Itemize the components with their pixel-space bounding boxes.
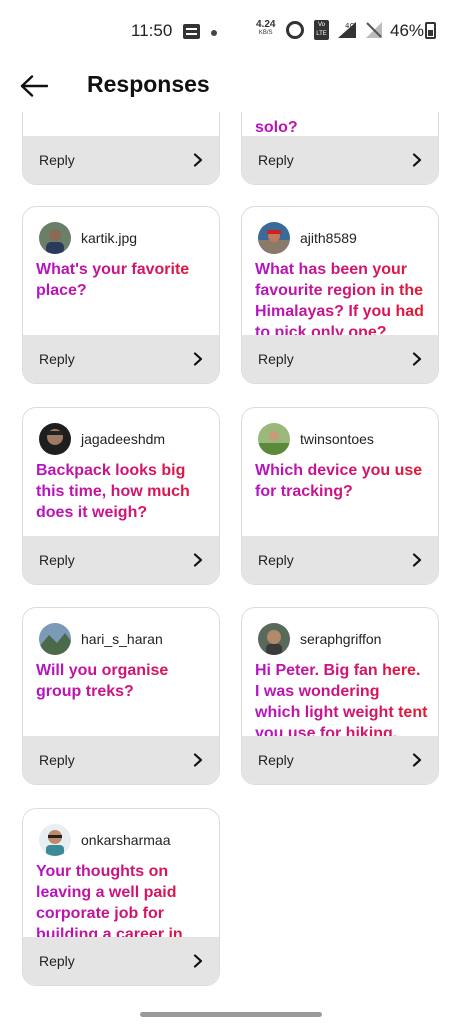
reply-button[interactable]: Reply	[23, 536, 219, 584]
card-user: hari_s_haran	[39, 623, 163, 655]
chevron-right-icon	[410, 553, 424, 567]
card-user: ajith8589	[258, 222, 357, 254]
app-header: Responses	[0, 62, 461, 112]
arrow-left-icon	[20, 75, 48, 97]
reply-label: Reply	[258, 351, 294, 367]
response-card-partial-2[interactable]: solo? Reply	[241, 112, 439, 185]
page-title: Responses	[87, 71, 210, 97]
avatar	[39, 423, 71, 455]
username: twinsontoes	[300, 431, 374, 447]
response-card[interactable]: onkarsharmaa Your thoughts on leaving a …	[22, 808, 220, 986]
responses-grid[interactable]: Reply solo? Reply kartik.jpg What's your…	[0, 112, 461, 1012]
response-card[interactable]: twinsontoes Which device you use for tra…	[241, 407, 439, 585]
reply-label: Reply	[258, 552, 294, 568]
response-question: Hi Peter. Big fan here. I was wondering …	[255, 662, 428, 742]
reply-button[interactable]: Reply	[242, 736, 438, 784]
reply-button[interactable]: Reply	[23, 736, 219, 784]
username: jagadeeshdm	[81, 431, 166, 447]
battery-icon	[425, 22, 436, 39]
status-time: 11:50	[131, 21, 173, 40]
response-card-partial-1[interactable]: Reply	[22, 112, 220, 185]
reply-label: Reply	[39, 152, 75, 168]
status-bar: 11:50 4.24 KB/S Vo LTE 4G 46%	[0, 0, 461, 62]
username: kartik.jpg	[81, 230, 138, 246]
card-user: kartik.jpg	[39, 222, 137, 254]
avatar	[258, 623, 290, 655]
response-question: What has been your favourite region in t…	[255, 259, 428, 343]
battery-percent: 46%	[390, 21, 425, 40]
avatar	[39, 623, 71, 655]
signal-4g-icon: 4G	[336, 20, 358, 45]
avatar	[39, 824, 71, 856]
card-user: seraphgriffon	[258, 623, 381, 655]
chevron-right-icon	[410, 352, 424, 366]
network-type-label: 4G	[345, 22, 355, 30]
alarm-icon	[286, 21, 304, 39]
back-button[interactable]	[18, 70, 50, 102]
chevron-right-icon	[191, 153, 205, 167]
response-question: Will you organise group treks?	[36, 660, 209, 702]
reply-button[interactable]: Reply	[23, 937, 219, 985]
network-speed-unit: KB/S	[258, 30, 273, 36]
reply-button[interactable]: Reply	[242, 136, 438, 184]
response-question: solo?	[255, 117, 428, 138]
network-speed: 4.24 KB/S	[256, 20, 275, 38]
reply-label: Reply	[258, 152, 294, 168]
avatar	[258, 222, 290, 254]
reply-button[interactable]: Reply	[23, 335, 219, 383]
reply-label: Reply	[39, 351, 75, 367]
username: onkarsharmaa	[81, 832, 171, 848]
response-question: Backpack looks big this time, how much d…	[36, 460, 209, 523]
response-question: Which device you use for tracking?	[255, 460, 428, 502]
message-notification-icon	[183, 24, 200, 39]
card-user: jagadeeshdm	[39, 423, 165, 455]
username: hari_s_haran	[81, 631, 163, 647]
chevron-right-icon	[191, 553, 205, 567]
reply-button[interactable]: Reply	[23, 136, 219, 184]
username: ajith8589	[300, 230, 357, 246]
chevron-right-icon	[191, 954, 205, 968]
chevron-right-icon	[410, 753, 424, 767]
avatar	[258, 423, 290, 455]
signal-no-sim-icon	[364, 20, 384, 45]
chevron-right-icon	[410, 153, 424, 167]
volte-icon: Vo LTE	[314, 20, 329, 40]
reply-button[interactable]: Reply	[242, 335, 438, 383]
reply-label: Reply	[39, 953, 75, 969]
response-card[interactable]: kartik.jpg What's your favorite place? R…	[22, 206, 220, 384]
chevron-right-icon	[191, 352, 205, 366]
card-user: onkarsharmaa	[39, 824, 171, 856]
reply-button[interactable]: Reply	[242, 536, 438, 584]
chevron-right-icon	[191, 753, 205, 767]
more-notifications-dot-icon	[211, 30, 217, 36]
response-question: What's your favorite place?	[36, 259, 209, 301]
card-user: twinsontoes	[258, 423, 374, 455]
response-card[interactable]: ajith8589 What has been your favourite r…	[241, 206, 439, 384]
reply-label: Reply	[39, 752, 75, 768]
response-card[interactable]: jagadeeshdm Backpack looks big this time…	[22, 407, 220, 585]
avatar	[39, 222, 71, 254]
response-card[interactable]: seraphgriffon Hi Peter. Big fan here. I …	[241, 607, 439, 785]
reply-label: Reply	[258, 752, 294, 768]
home-indicator[interactable]	[140, 1012, 322, 1017]
username: seraphgriffon	[300, 631, 382, 647]
response-card[interactable]: hari_s_haran Will you organise group tre…	[22, 607, 220, 785]
reply-label: Reply	[39, 552, 75, 568]
